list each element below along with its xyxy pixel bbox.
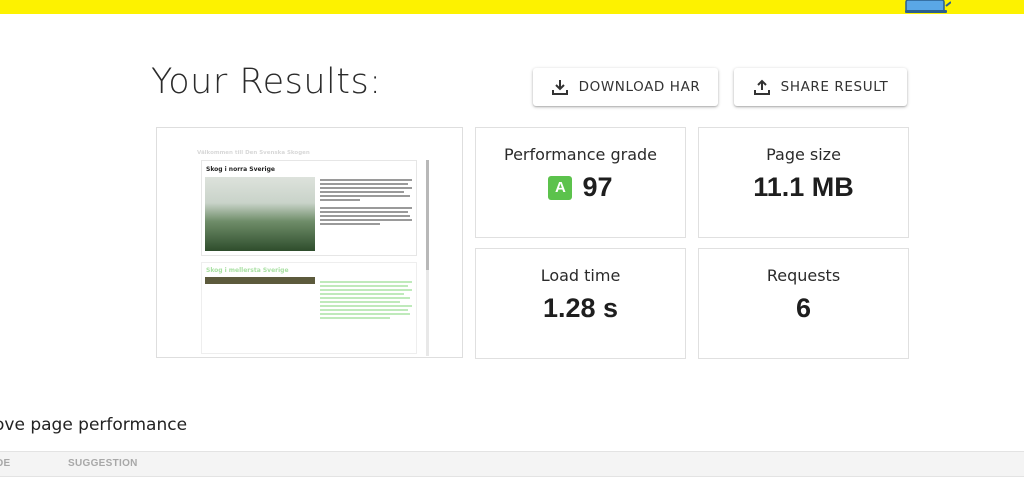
requests-value: 6: [795, 293, 812, 323]
improve-performance-heading: ove page performance: [0, 415, 188, 435]
suggestions-table-header: DE SUGGESTION: [0, 451, 1024, 477]
share-result-label: SHARE RESULT: [780, 79, 889, 95]
share-result-button[interactable]: SHARE RESULT: [734, 68, 907, 106]
preview-post-2-text: [320, 281, 412, 321]
load-time-card: Load time 1.28 s: [475, 248, 686, 359]
page-size-value: 11.1 MB: [753, 172, 854, 202]
performance-grade-label: Performance grade: [503, 145, 657, 164]
grade-badge: A: [548, 175, 573, 200]
preview-site-header: Välkommen till Den Svenska Skogen: [197, 150, 310, 156]
performance-grade-value: A 97: [476, 172, 685, 203]
performance-grade-card: Performance grade A 97: [475, 127, 686, 238]
page-screenshot-preview: Välkommen till Den Svenska Skogen Skog i…: [156, 127, 463, 358]
top-banner: [0, 0, 1024, 14]
page-size-card: Page size 11.1 MB: [698, 127, 909, 238]
mascot-illustration: [905, 0, 951, 13]
page-title: Your Results:: [151, 62, 382, 102]
load-time-value: 1.28 s: [542, 293, 619, 323]
preview-post-1-text: [320, 179, 412, 227]
performance-score: 97: [582, 172, 613, 202]
preview-post-2: Skog i mellersta Sverige: [201, 262, 417, 354]
preview-post-2-title: Skog i mellersta Sverige: [206, 267, 289, 274]
preview-thumbnail: Välkommen till Den Svenska Skogen Skog i…: [195, 142, 429, 357]
preview-post-1: Skog i norra Sverige: [201, 160, 417, 256]
column-header-grade[interactable]: DE: [0, 458, 11, 469]
preview-scrollbar-thumb: [426, 160, 429, 270]
column-header-suggestion[interactable]: SUGGESTION: [68, 458, 138, 469]
page-size-label: Page size: [766, 145, 841, 164]
download-har-button[interactable]: DOWNLOAD HAR: [533, 68, 718, 106]
preview-image-strip: [205, 277, 315, 284]
download-har-label: DOWNLOAD HAR: [578, 79, 701, 95]
preview-forest-image: [205, 177, 315, 251]
requests-card: Requests 6: [698, 248, 909, 359]
preview-post-1-title: Skog i norra Sverige: [206, 166, 275, 173]
download-icon: [551, 80, 568, 95]
requests-label: Requests: [766, 266, 841, 285]
load-time-label: Load time: [540, 266, 621, 285]
share-icon: [753, 79, 770, 95]
